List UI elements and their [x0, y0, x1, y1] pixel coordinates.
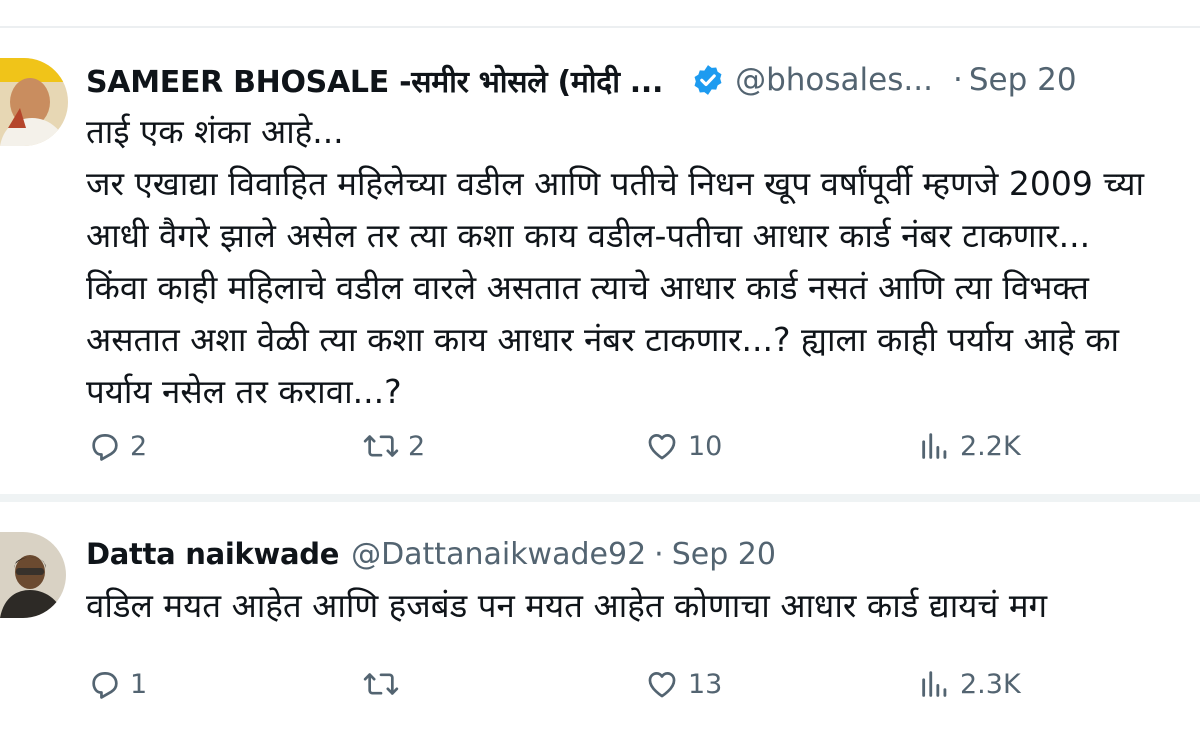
heart-icon — [644, 429, 680, 463]
tweet-text-line: आधी वैगरे झाले असेल तर त्या कशा काय वडील… — [86, 216, 1091, 255]
views-button[interactable]: 2.2K — [918, 424, 1021, 468]
tweet-date[interactable]: Sep 20 — [672, 537, 776, 572]
heart-icon — [644, 667, 680, 701]
separator-dot: · — [654, 536, 664, 572]
display-name[interactable]: Datta naikwade — [86, 537, 339, 571]
views-icon — [918, 667, 952, 701]
like-button[interactable]: 13 — [644, 662, 722, 706]
tweet-header: SAMEER BHOSALE -समीर भोसले (मोदी ... @bh… — [86, 58, 1077, 102]
views-icon — [918, 429, 952, 463]
like-button[interactable]: 10 — [644, 424, 722, 468]
like-count: 10 — [688, 430, 723, 462]
avatar[interactable] — [0, 532, 66, 618]
tweet-date[interactable]: Sep 20 — [969, 62, 1077, 98]
user-handle[interactable]: @bhosales... — [735, 62, 933, 98]
tweet-text: ताई एक शंका आहे... जर एखाद्या विवाहित मह… — [86, 106, 1144, 418]
reply-button[interactable]: 1 — [88, 662, 147, 706]
reply-button[interactable]: 2 — [88, 424, 147, 468]
tweet-text: वडिल मयत आहेत आणि हजबंड पन मयत आहेत कोणा… — [86, 580, 1047, 632]
avatar[interactable] — [0, 58, 68, 146]
tweet-text-line: वडिल मयत आहेत आणि हजबंड पन मयत आहेत कोणा… — [86, 586, 1048, 625]
reply-icon — [88, 429, 122, 463]
verified-badge-icon — [691, 63, 725, 97]
tweet[interactable]: SAMEER BHOSALE -समीर भोसले (मोदी ... @bh… — [0, 28, 1200, 490]
like-count: 13 — [688, 668, 723, 700]
reply-count: 2 — [130, 430, 148, 462]
tweet-actions: 1 13 2.3K — [86, 662, 1200, 706]
retweet-icon — [362, 429, 400, 463]
retweet-button[interactable] — [362, 662, 408, 706]
tweet-text-line: पर्याय नसेल तर करावा...? — [86, 372, 402, 411]
display-name[interactable]: SAMEER BHOSALE -समीर भोसले (मोदी ... — [86, 60, 663, 101]
tweet-text-line: असतात अशा वेळी त्या कशा काय आधार नंबर टा… — [86, 320, 1120, 359]
user-handle[interactable]: @Dattanaikwade92 — [351, 537, 646, 572]
separator-dot: · — [952, 62, 963, 98]
reply-tweet[interactable]: Datta naikwade @Dattanaikwade92 · Sep 20… — [0, 502, 1200, 738]
retweet-button[interactable]: 2 — [362, 424, 425, 468]
views-count: 2.2K — [960, 430, 1021, 462]
tweet-text-line: ताई एक शंका आहे... — [86, 112, 344, 151]
retweet-count: 2 — [408, 430, 426, 462]
tweet-header: Datta naikwade @Dattanaikwade92 · Sep 20 — [86, 532, 776, 576]
tweet-text-line: जर एखाद्या विवाहित महिलेच्या वडील आणि पत… — [86, 164, 1145, 203]
views-button[interactable]: 2.3K — [918, 662, 1021, 706]
tweet-actions: 2 2 10 2.2K — [86, 424, 1200, 468]
reply-count: 1 — [130, 668, 148, 700]
views-count: 2.3K — [960, 668, 1021, 700]
reply-icon — [88, 667, 122, 701]
tweet-divider — [0, 494, 1200, 502]
previous-tweet-edge — [0, 0, 1200, 28]
tweet-text-line: किंवा काही महिलाचे वडील वारले असतात त्या… — [86, 268, 1089, 307]
retweet-icon — [362, 667, 400, 701]
